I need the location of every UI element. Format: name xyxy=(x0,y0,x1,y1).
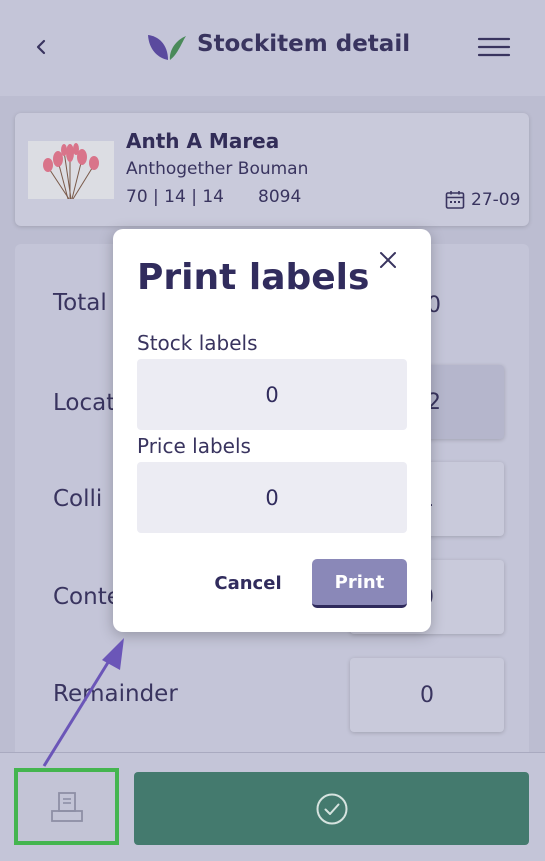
product-thumbnail xyxy=(28,141,114,199)
confirm-button[interactable] xyxy=(134,772,529,845)
value-remainder[interactable]: 0 xyxy=(350,658,504,732)
date-text: 27-09 xyxy=(471,190,521,210)
item-date: 27-09 xyxy=(445,189,520,211)
chevron-left-icon xyxy=(36,39,46,55)
item-supplier: Anthogether Bouman xyxy=(126,159,309,179)
app-header: Stockitem detail xyxy=(0,0,545,96)
dialog-title: Print labels xyxy=(137,257,370,298)
modal-print-button[interactable]: Print xyxy=(312,559,407,608)
print-labels-dialog: Print labels Stock labels Price labels C… xyxy=(113,229,431,632)
close-button[interactable] xyxy=(377,249,399,271)
leaf-logo-icon xyxy=(148,35,186,60)
print-button[interactable] xyxy=(14,768,119,845)
item-code: 8094 xyxy=(258,187,302,207)
stock-labels-input[interactable] xyxy=(137,359,407,430)
menu-button[interactable] xyxy=(476,34,512,60)
close-icon xyxy=(380,252,396,268)
printer-icon xyxy=(50,791,83,822)
row-label-remainder: Remainder xyxy=(53,681,178,707)
row-label-colli: Colli xyxy=(53,486,103,512)
price-labels-label: Price labels xyxy=(137,434,251,458)
item-card: Anth A Marea Anthogether Bouman 70 | 14 … xyxy=(15,113,529,226)
calendar-icon xyxy=(445,191,465,209)
price-labels-input[interactable] xyxy=(137,462,407,533)
page-title: Stockitem detail xyxy=(197,31,411,57)
check-circle-icon xyxy=(316,793,347,824)
item-specs: 70 | 14 | 14 xyxy=(126,187,224,207)
stock-labels-label: Stock labels xyxy=(137,331,258,355)
back-button[interactable] xyxy=(28,30,54,64)
row-label-total: Total xyxy=(53,290,107,316)
hamburger-menu-icon xyxy=(477,37,511,57)
item-name: Anth A Marea xyxy=(126,129,280,153)
cancel-button[interactable]: Cancel xyxy=(207,560,289,606)
